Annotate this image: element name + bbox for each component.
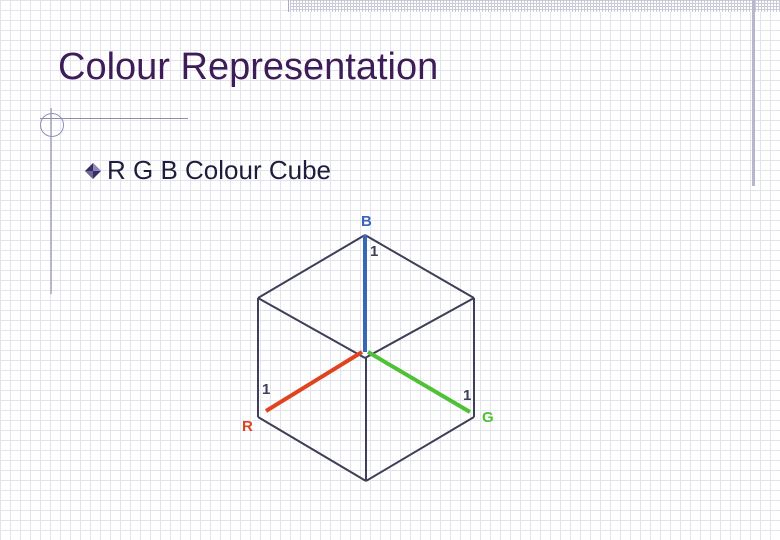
axis-label-g: G (482, 409, 494, 426)
tick-label-r: 1 (262, 381, 270, 398)
cube-edge (257, 297, 366, 359)
axis-label-r: R (242, 418, 253, 435)
axis-label-b: B (361, 213, 372, 230)
tick-label-b: 1 (370, 243, 378, 260)
green-axis (366, 350, 472, 414)
rgb-cube-diagram: B 1 1 R 1 G (242, 213, 494, 482)
red-axis (264, 350, 364, 413)
cube-edge (365, 416, 475, 482)
cube-edge (257, 234, 366, 299)
tick-label-g: 1 (463, 387, 471, 404)
cube-edge (257, 416, 367, 482)
cube-edge (364, 234, 475, 299)
cube-edge (364, 297, 475, 359)
